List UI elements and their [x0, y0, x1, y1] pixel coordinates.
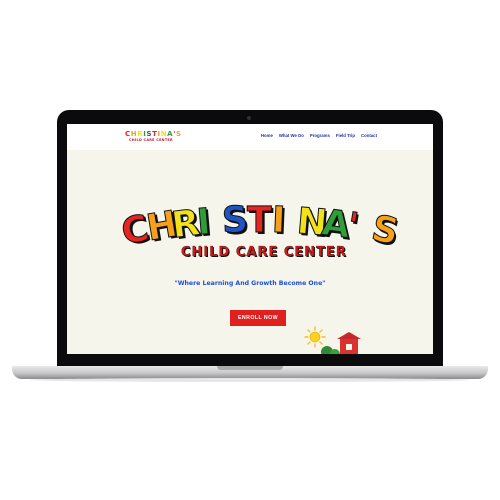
logo-word: CHRISTINA'S — [125, 130, 181, 138]
laptop-screen: CHRISTINA'S CHILD CARE CENTER Home What … — [67, 124, 433, 354]
main-nav: Home What We Do Programs Field Trip Cont… — [261, 133, 377, 138]
enroll-now-button[interactable]: ENROLL NOW — [230, 310, 286, 326]
hero-title-letter: I — [195, 201, 213, 244]
nav-what-we-do[interactable]: What We Do — [279, 133, 304, 138]
site-logo[interactable]: CHRISTINA'S CHILD CARE CENTER — [125, 130, 181, 146]
nav-contact[interactable]: Contact — [361, 133, 377, 138]
logo-subtitle: CHILD CARE CENTER — [129, 138, 173, 142]
laptop-shadow — [30, 378, 470, 382]
hero-title-letter: S — [368, 207, 403, 254]
hero-title-letter: S — [221, 199, 250, 242]
nav-home[interactable]: Home — [261, 133, 273, 138]
camera-dot — [247, 116, 251, 120]
laptop-lid: CHRISTINA'S CHILD CARE CENTER Home What … — [57, 110, 443, 368]
hero-tagline: "Where Learning And Growth Become One" — [174, 280, 326, 287]
logo-letter: S — [175, 130, 182, 138]
site-header: CHRISTINA'S CHILD CARE CENTER Home What … — [67, 124, 433, 150]
hero-title-letter: I — [271, 200, 287, 243]
nav-programs[interactable]: Programs — [310, 133, 330, 138]
hero-title-letter: T — [247, 200, 273, 241]
schoolhouse-icon — [321, 332, 361, 354]
laptop-notch — [217, 366, 283, 370]
nav-field-trip[interactable]: Field Trip — [336, 133, 355, 138]
hero-subtitle: CHILD CARE CENTER — [181, 245, 347, 260]
